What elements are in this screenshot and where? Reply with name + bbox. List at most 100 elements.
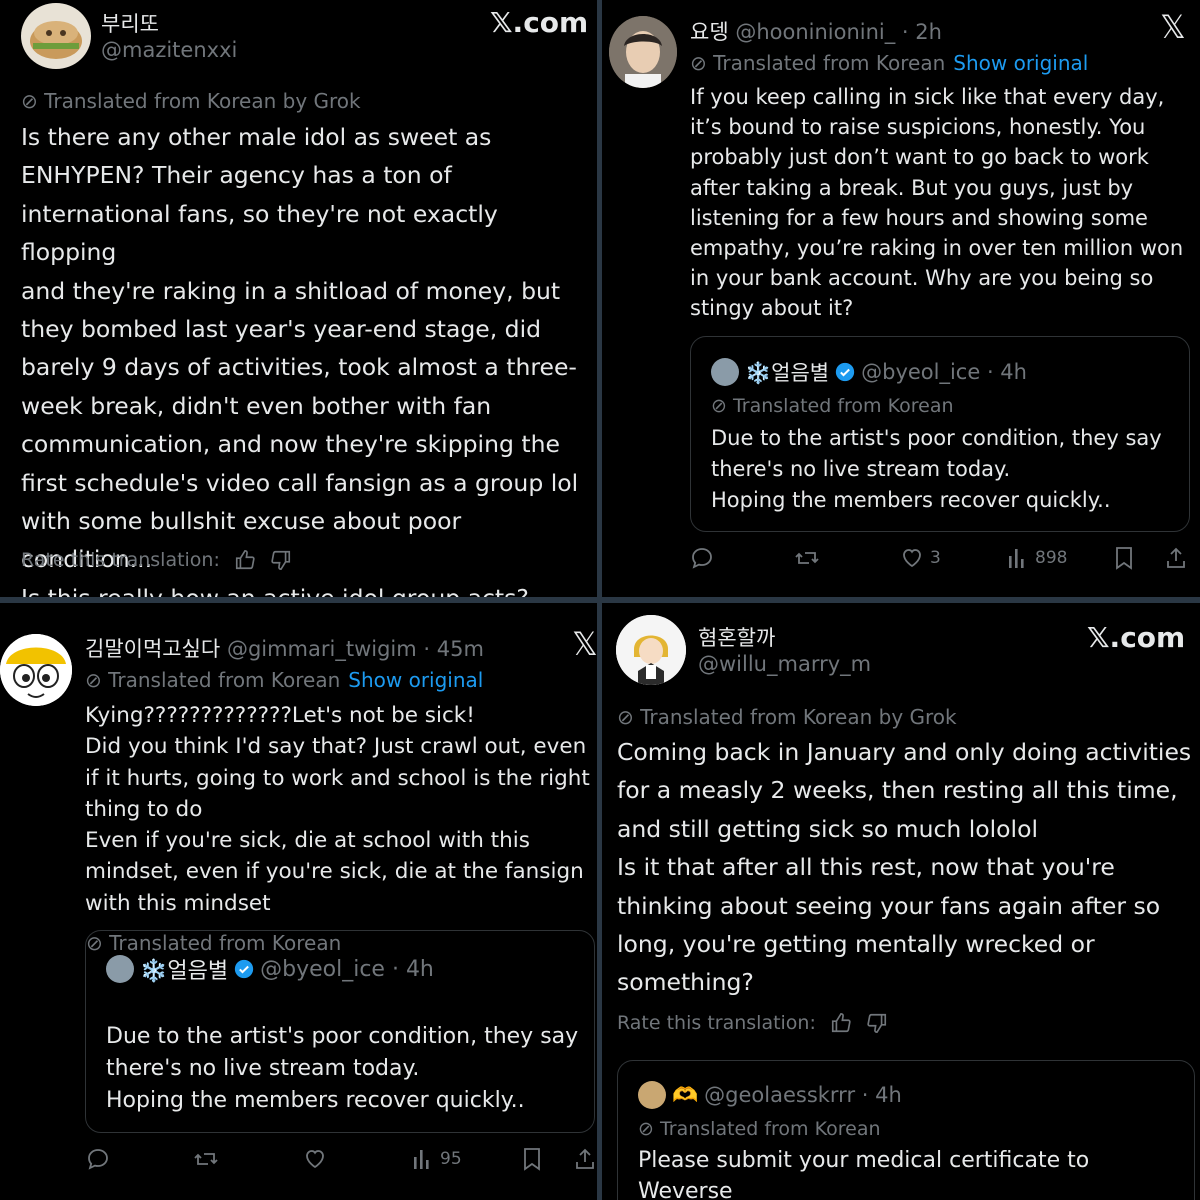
user-handle[interactable]: @mazitenxxi [101,38,237,62]
avatar[interactable] [21,3,91,69]
like-button[interactable] [303,1147,327,1171]
reply-button[interactable] [86,1147,110,1171]
tweet-body: Kying?????????????Let's not be sick! Did… [85,703,590,916]
quoted-translation-note: ⊘ Translated from Korean [711,395,954,417]
translation-note: ⊘ Translated from Korean Show original [85,668,483,692]
x-logo-icon: 𝕏 [572,625,597,663]
rate-label: Rate this translation: [617,1012,816,1034]
avatar-image [30,21,82,59]
translation-label: Translated from Korean [108,668,341,692]
views-button[interactable]: 95 [412,1147,462,1171]
user-handle-time[interactable]: @gimmari_twigim · 45m [227,637,484,661]
tweet-panel-1: 부리또 @mazitenxxi 𝕏.com ⊘ Translated from … [0,0,597,597]
reply-button[interactable] [690,546,714,570]
display-name[interactable]: 혐혼할까 [698,622,775,652]
repost-button[interactable] [193,1147,219,1171]
quoted-translation-note: ⊘ Translated from Korean [86,931,341,955]
heart-icon [903,549,921,568]
tweet-body: If you keep calling in sick like that ev… [690,85,1184,321]
tweet-panel-2: 요뎅 @hooninionini_ · 2h 𝕏 ⊘ Translated fr… [602,0,1200,597]
tweet-body: Is there any other male idol as sweet as… [21,123,579,597]
translation-note: ⊘ Translated from Korean by Grok [617,705,957,729]
translation-label: Translated from Korean [109,931,342,955]
view-count: 898 [1035,548,1068,568]
user-handle-time[interactable]: @hooninionini_ · 2h [735,20,942,44]
user-header: 김말이먹고싶다 @gimmari_twigim · 45m [85,633,484,663]
view-count: 95 [440,1149,462,1169]
translate-icon: ⊘ [85,668,109,692]
avatar-image [616,615,686,685]
bookmark-icon [1116,547,1132,570]
thumbs-down-icon[interactable] [866,1012,888,1034]
share-icon [1167,547,1185,568]
translation-note: ⊘ Translated from Korean Show original [690,51,1088,75]
quoted-translation-note: ⊘ Translated from Korean [638,1118,881,1140]
display-name[interactable]: 김말이먹고싶다 [85,637,220,661]
user-handle[interactable]: @willu_marry_m [698,652,871,676]
translation-label: Translated from Korean [732,395,954,417]
avatar[interactable] [0,634,72,706]
x-brand-logo: 𝕏.com [490,6,589,39]
bookmark-button[interactable] [521,1147,543,1171]
quoted-display-name: ❄️얼음별 [140,959,229,984]
tweet-body: Coming back in January and only doing ac… [617,738,1192,997]
repost-button[interactable] [794,546,820,570]
avatar [106,955,134,983]
verified-badge-icon [835,362,855,382]
avatar[interactable] [609,16,677,88]
show-original-link[interactable]: Show original [953,51,1088,75]
x-brand-logo: 𝕏.com [1087,621,1186,654]
translate-icon: ⊘ [617,705,641,729]
quoted-tweet[interactable]: ❄️얼음별 @byeol_ice · 4h ⊘ Translated from … [85,930,595,1133]
rate-translation: Rate this translation: [617,1012,888,1034]
share-icon [576,1148,594,1169]
display-name[interactable]: 부리또 [101,8,159,38]
heart-icon [306,1150,324,1169]
thumbs-up-icon[interactable] [234,549,256,571]
like-button[interactable]: 3 [900,546,941,570]
quoted-handle-time: @geolaesskrrr · 4h [704,1083,902,1107]
tweet-panel-4: 혐혼할까 @willu_marry_m 𝕏.com ⊘ Translated f… [602,603,1200,1200]
translate-icon: ⊘ [690,51,714,75]
views-button[interactable]: 898 [1007,546,1067,570]
translation-label: Translated from Korean [713,51,946,75]
quoted-tweet[interactable]: 🫶 @geolaesskrrr · 4h ⊘ Translated from K… [617,1060,1195,1200]
bookmark-button[interactable] [1113,546,1135,570]
views-icon [414,1150,429,1169]
quoted-body: Due to the artist's poor condition, they… [106,1024,579,1113]
thumbs-down-icon[interactable] [270,549,292,571]
quoted-display-name: ❄️얼음별 [745,361,830,385]
translate-icon: ⊘ [86,931,110,955]
translation-label: Translated from Korean by Grok [640,705,957,729]
quoted-tweet[interactable]: ❄️얼음별 @byeol_ice · 4h ⊘ Translated from … [690,336,1190,532]
translation-label: Translated from Korean [659,1118,881,1140]
verified-badge-icon [234,959,254,979]
rate-translation: Rate this translation: [21,549,292,571]
share-button[interactable] [573,1147,597,1171]
quoted-handle-time: @byeol_ice · 4h [861,360,1027,384]
views-icon [1009,549,1024,568]
quoted-handle-time: @byeol_ice · 4h [260,956,434,982]
quoted-header: 🫶 @geolaesskrrr · 4h [638,1081,902,1109]
like-count: 3 [930,548,941,568]
quoted-header: ❄️얼음별 @byeol_ice · 4h [106,953,434,985]
avatar [638,1081,666,1109]
repost-icon [194,1153,218,1165]
tweet-panel-3: 김말이먹고싶다 @gimmari_twigim · 45m 𝕏 ⊘ Transl… [0,603,597,1200]
quoted-display-name: 🫶 [672,1082,699,1107]
reply-icon [88,1149,108,1170]
bookmark-icon [524,1148,540,1171]
user-header: 요뎅 @hooninionini_ · 2h [690,16,942,46]
avatar-image [0,634,72,706]
display-name[interactable]: 요뎅 [690,20,729,44]
repost-icon [795,552,819,564]
quoted-header: ❄️얼음별 @byeol_ice · 4h [711,357,1027,387]
avatar-image [609,16,677,88]
translation-note: ⊘ Translated from Korean by Grok [21,89,361,113]
translate-icon: ⊘ [711,395,733,417]
share-button[interactable] [1164,546,1188,570]
thumbs-up-icon[interactable] [830,1012,852,1034]
translate-icon: ⊘ [638,1118,660,1140]
show-original-link[interactable]: Show original [348,668,483,692]
avatar[interactable] [616,615,686,685]
